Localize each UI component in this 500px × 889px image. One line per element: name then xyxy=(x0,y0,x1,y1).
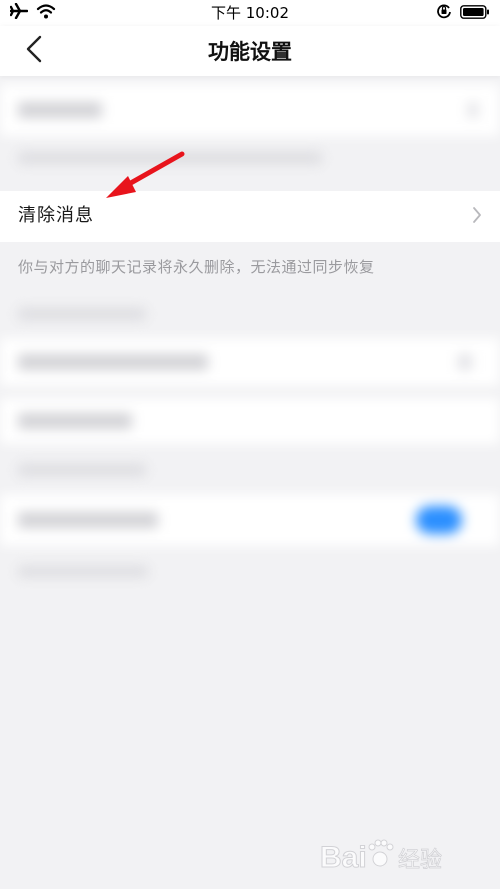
red-arrow-annotation xyxy=(106,151,185,198)
watermark-text: 经验 xyxy=(398,848,442,873)
blurred-setting-note xyxy=(18,566,148,577)
page-title: 功能设置 xyxy=(208,40,292,64)
clear-messages-cell[interactable]: 清除消息 xyxy=(0,191,500,242)
chevron-right-icon xyxy=(472,206,482,228)
blurred-section-header xyxy=(18,464,146,476)
nav-bar: 功能设置 xyxy=(0,26,500,76)
blurred-setting-row[interactable] xyxy=(0,338,500,386)
blurred-toggle-row[interactable] xyxy=(0,494,500,546)
baidu-jingyan-watermark: Bai 经验 xyxy=(316,833,476,883)
orientation-lock-icon xyxy=(436,3,452,23)
svg-text:Bai: Bai xyxy=(320,841,367,874)
status-bar: 下午 10:02 xyxy=(0,0,500,26)
blurred-section-header xyxy=(18,308,146,320)
clear-messages-label: 清除消息 xyxy=(18,205,94,226)
toggle-switch[interactable] xyxy=(416,506,462,534)
blurred-setting-row[interactable] xyxy=(0,84,500,136)
status-time: 下午 10:02 xyxy=(211,4,289,22)
blurred-setting-row[interactable] xyxy=(0,398,500,444)
battery-icon xyxy=(460,4,490,23)
clear-messages-note: 你与对方的聊天记录将永久删除，无法通过同步恢复 xyxy=(18,258,375,276)
